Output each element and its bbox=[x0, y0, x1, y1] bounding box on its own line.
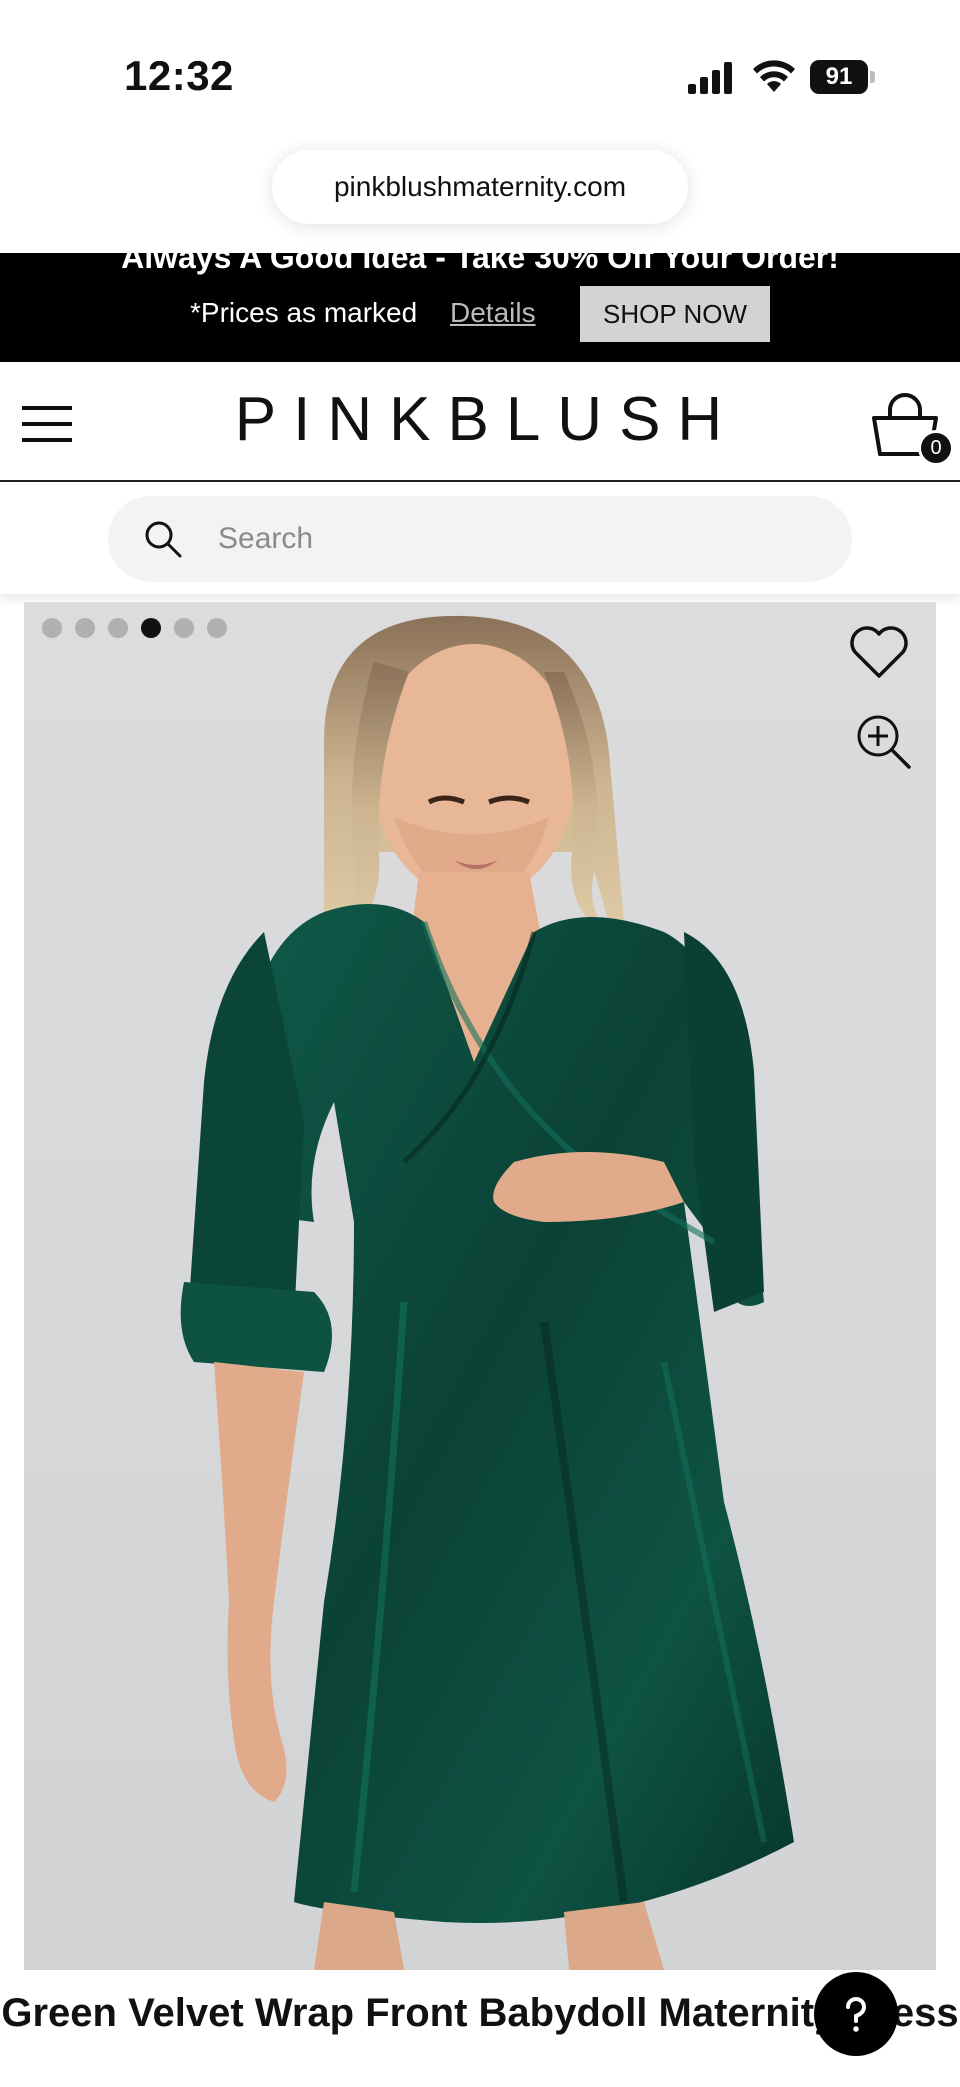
promo-headline: Always A Good Idea - Take 30% Off Your O… bbox=[121, 253, 839, 275]
carousel-dot[interactable] bbox=[174, 618, 194, 638]
carousel-dot-active[interactable] bbox=[141, 618, 161, 638]
carousel-dot[interactable] bbox=[207, 618, 227, 638]
site-logo[interactable]: PINKBLUSH bbox=[0, 384, 960, 455]
carousel-dot[interactable] bbox=[108, 618, 128, 638]
product-photo bbox=[180, 615, 795, 1970]
heart-icon[interactable] bbox=[848, 622, 910, 680]
status-time: 12:32 bbox=[124, 52, 234, 99]
search-input[interactable] bbox=[218, 516, 778, 562]
battery-icon: 91 bbox=[810, 60, 875, 94]
zoom-icon[interactable] bbox=[856, 714, 912, 770]
address-bar[interactable]: pinkblushmaternity.com bbox=[272, 150, 688, 224]
help-button[interactable] bbox=[814, 1972, 898, 2056]
wifi-icon bbox=[753, 60, 795, 92]
search-field[interactable] bbox=[108, 496, 852, 582]
shop-now-button[interactable]: SHOP NOW bbox=[580, 286, 770, 342]
search-bar bbox=[0, 484, 960, 594]
carousel-dot[interactable] bbox=[42, 618, 62, 638]
promo-details-link[interactable]: Details bbox=[450, 297, 536, 329]
promo-banner: Always A Good Idea - Take 30% Off Your O… bbox=[0, 253, 960, 362]
site-header: PINKBLUSH 0 bbox=[0, 362, 960, 482]
battery-level: 91 bbox=[810, 60, 868, 94]
help-icon bbox=[846, 1997, 867, 2032]
search-icon bbox=[145, 521, 182, 558]
carousel-dot[interactable] bbox=[75, 618, 95, 638]
battery-cap bbox=[870, 71, 875, 83]
status-bar: 12:32 91 bbox=[0, 0, 960, 150]
signal-icon bbox=[688, 62, 732, 94]
product-image[interactable] bbox=[24, 602, 936, 1970]
promo-note: *Prices as marked bbox=[190, 297, 418, 328]
cart-count-badge: 0 bbox=[918, 430, 954, 466]
